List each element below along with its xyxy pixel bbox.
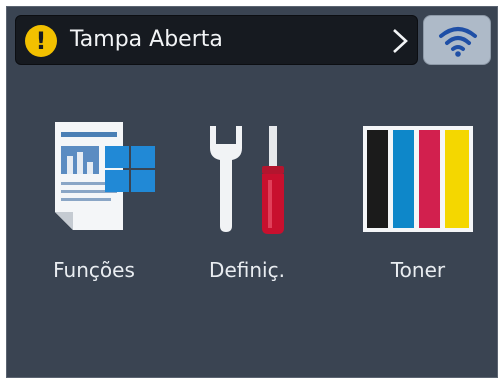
settings-label: Definiç. [209,258,285,282]
wifi-icon [439,27,477,57]
settings-tile[interactable]: Definiç. [182,112,312,302]
toner-cartridges-icon [363,126,473,232]
toner-tile[interactable]: Toner [353,112,483,302]
status-message-bar[interactable]: ! Tampa Aberta [15,15,418,65]
functions-tile[interactable]: Funções [29,112,159,302]
toner-label: Toner [390,258,446,282]
exclamation-warning-icon: ! [25,25,57,57]
wifi-button[interactable] [423,15,491,65]
wrench-screwdriver-icon [210,126,284,234]
functions-document-icon [55,122,155,230]
status-message: Tampa Aberta [70,27,223,52]
functions-label: Funções [53,258,135,282]
printer-home-screen: ! Tampa Aberta Funções Definiç. Toner [6,6,498,378]
chevron-right-icon [393,29,408,53]
